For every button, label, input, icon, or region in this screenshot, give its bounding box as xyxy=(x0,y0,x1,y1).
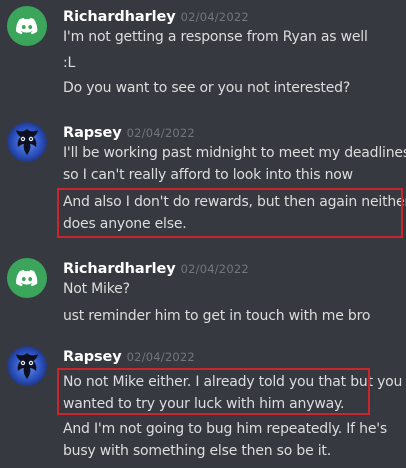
discord-logo-icon xyxy=(16,270,38,287)
avatar[interactable] xyxy=(7,258,47,298)
timestamp: 02/04/2022 xyxy=(180,10,249,24)
owl-avatar-icon xyxy=(7,346,47,386)
timestamp: 02/04/2022 xyxy=(126,350,195,364)
timestamp: 02/04/2022 xyxy=(126,126,195,140)
avatar[interactable] xyxy=(7,122,47,162)
highlight-box xyxy=(57,188,403,238)
message-text: I'll be working past midnight to meet my… xyxy=(63,145,406,161)
highlight-box xyxy=(57,368,370,415)
message-text: I'm not getting a response from Ryan as … xyxy=(63,29,368,45)
message-header: Rapsey 02/04/2022 xyxy=(63,346,195,368)
message-header: Richardharley 02/04/2022 xyxy=(63,258,249,280)
message-header: Richardharley 02/04/2022 xyxy=(63,6,249,28)
username[interactable]: Richardharley xyxy=(63,261,176,277)
username[interactable]: Rapsey xyxy=(63,349,122,365)
message-text: :L xyxy=(63,55,76,71)
message-text: And I'm not going to bug him repeatedly.… xyxy=(63,421,387,437)
message-text: busy with something else then so be it. xyxy=(63,443,331,459)
username[interactable]: Richardharley xyxy=(63,9,176,25)
message-header: Rapsey 02/04/2022 xyxy=(63,122,195,144)
message-text: Do you want to see or you not interested… xyxy=(63,80,351,96)
timestamp: 02/04/2022 xyxy=(180,262,249,276)
username[interactable]: Rapsey xyxy=(63,125,122,141)
message-text: Not Mike? xyxy=(63,281,130,297)
discord-logo-icon xyxy=(16,18,38,35)
avatar[interactable] xyxy=(7,6,47,46)
message-text: so I can't really afford to look into th… xyxy=(63,167,353,183)
avatar[interactable] xyxy=(7,346,47,386)
message-text: ust reminder him to get in touch with me… xyxy=(63,308,371,324)
owl-avatar-icon xyxy=(7,122,47,162)
